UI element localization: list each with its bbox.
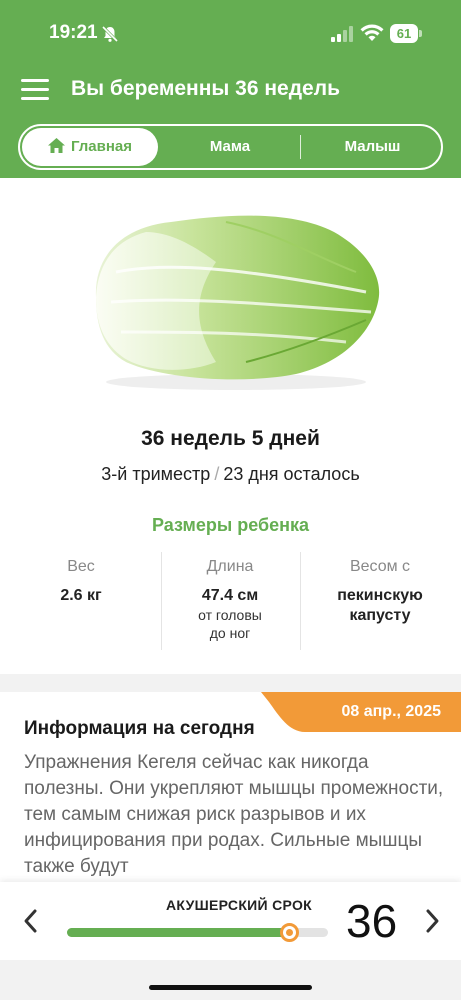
weight-stat: Вес 2.6 кг: [12, 558, 150, 606]
tab-baby[interactable]: Малыш: [310, 128, 435, 166]
tab-home-label: Главная: [70, 138, 132, 155]
slider-fill: [67, 928, 289, 937]
length-label: Длина: [206, 558, 254, 575]
weeks-days: 36 недель 5 дней: [141, 427, 320, 450]
status-time: 19:21: [49, 22, 98, 43]
term-selector: АКУШЕРСКИЙ СРОК 36: [0, 882, 461, 960]
trimester-line: 3-й триместр/23 дня осталось: [0, 464, 461, 485]
tab-home[interactable]: Главная: [22, 128, 158, 166]
tabs-bar: Главная Мама Малыш: [0, 116, 461, 178]
signal-icon: [331, 26, 353, 42]
battery-icon: 61: [390, 24, 422, 43]
compare-value-2: капусту: [349, 607, 411, 624]
week-number: 36: [346, 895, 398, 947]
term-label: АКУШЕРСКИЙ СРОК: [166, 897, 312, 913]
length-stat: Длина 47.4 см от головы до ног: [161, 558, 299, 642]
chevron-right-icon[interactable]: [421, 907, 443, 935]
segmented-tabs: Главная Мама Малыш: [18, 124, 443, 170]
length-note-2: до ног: [209, 625, 251, 641]
length-value: 47.4 см: [201, 587, 259, 604]
info-body: Упражнения Кегеля сейчас как никогда пол…: [24, 752, 444, 877]
app-header: Вы беременны 36 недель: [0, 68, 461, 116]
trimester: 3-й триместр: [101, 464, 211, 484]
daily-info-card[interactable]: 08 апр., 2025 Информация на сегодня Упра…: [0, 692, 461, 882]
info-title: Информация на сегодня: [24, 718, 255, 739]
status-bar: 19:21 61: [0, 0, 461, 68]
tab-mama[interactable]: Мама: [170, 128, 290, 166]
home-indicator-area: [0, 960, 461, 1000]
week-slider[interactable]: [67, 923, 328, 942]
info-date: 08 апр., 2025: [341, 703, 441, 720]
date-badge: 08 апр., 2025: [261, 692, 461, 732]
weight-value: 2.6 кг: [60, 587, 102, 604]
bell-off-icon: [101, 25, 119, 43]
length-note-1: от головы: [198, 607, 262, 623]
page-title: Вы беременны 36 недель: [71, 77, 340, 100]
compare-stat: Весом с пекинскую капусту: [311, 558, 449, 626]
hamburger-menu-icon[interactable]: [21, 79, 49, 101]
chevron-left-icon[interactable]: [20, 907, 42, 935]
compare-label: Весом с: [349, 558, 411, 575]
home-indicator[interactable]: [149, 985, 312, 990]
tab-divider: [300, 135, 301, 159]
baby-size-title: Размеры ребенка: [152, 515, 309, 535]
wifi-icon: [360, 24, 384, 41]
battery-level: 61: [390, 24, 418, 43]
compare-value-1: пекинскую: [337, 587, 423, 604]
napa-cabbage-illustration: [95, 215, 380, 390]
home-icon: [47, 138, 65, 153]
separator: /: [214, 464, 220, 484]
weight-label: Вес: [67, 558, 95, 575]
stat-divider: [300, 552, 301, 650]
pregnancy-summary-card: 36 недель 5 дней 3-й триместр/23 дня ост…: [0, 178, 461, 674]
days-remaining: 23 дня осталось: [223, 464, 360, 484]
slider-thumb[interactable]: [279, 923, 299, 942]
